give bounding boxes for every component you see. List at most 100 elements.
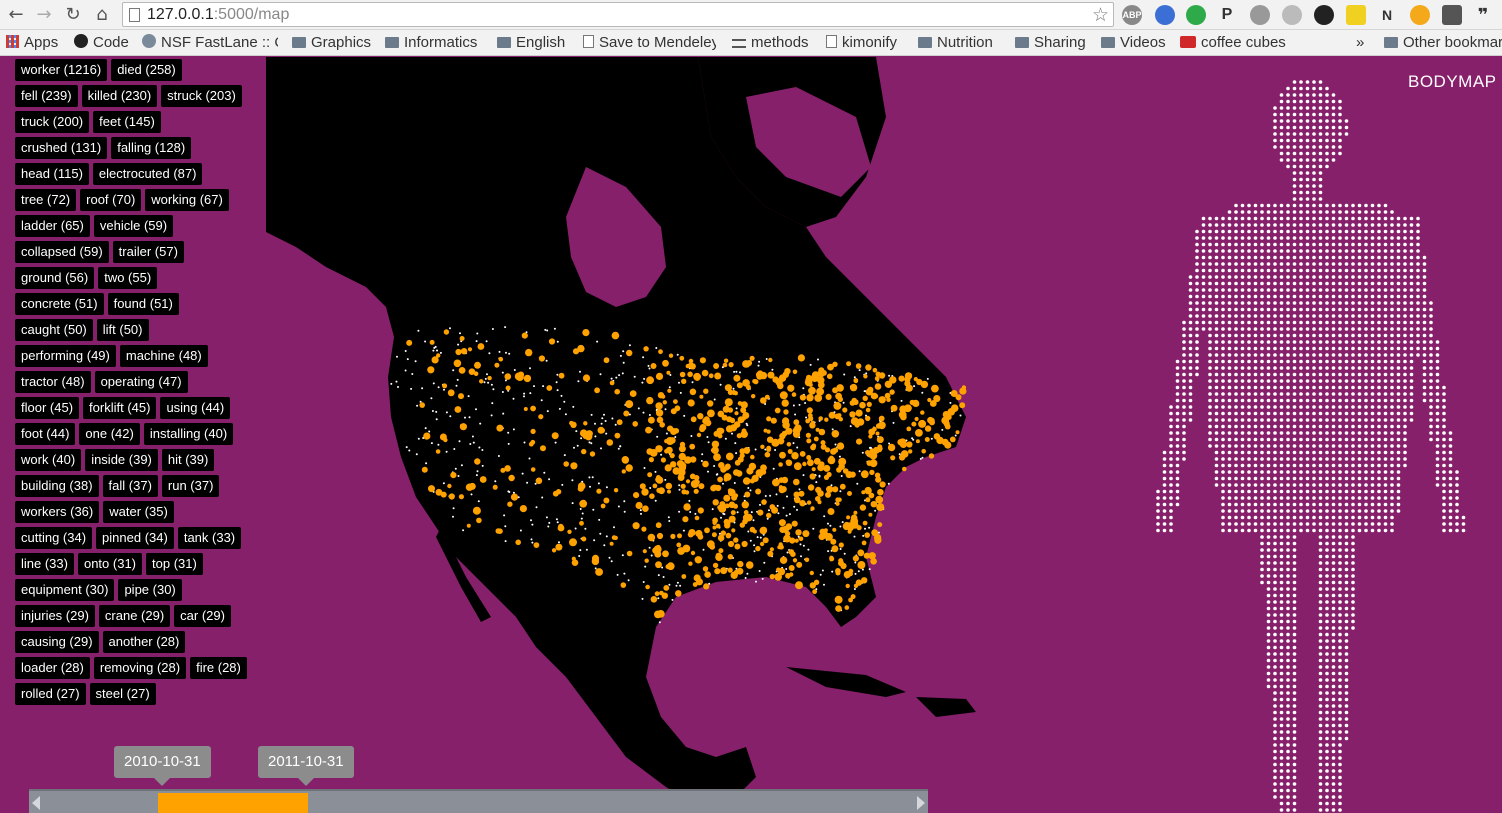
incident-point[interactable] bbox=[757, 509, 764, 516]
body-dot[interactable] bbox=[1344, 314, 1349, 318]
body-dot[interactable] bbox=[1344, 411, 1349, 416]
body-dot[interactable] bbox=[1429, 320, 1433, 325]
body-dot[interactable] bbox=[1318, 470, 1323, 474]
body-dot[interactable] bbox=[1318, 509, 1323, 513]
body-dot[interactable] bbox=[1318, 743, 1323, 747]
body-dot[interactable] bbox=[1208, 431, 1212, 435]
body-dot[interactable] bbox=[1292, 515, 1297, 520]
body-dot[interactable] bbox=[1338, 723, 1342, 728]
incident-point[interactable] bbox=[688, 529, 696, 537]
body-dot[interactable] bbox=[1344, 658, 1349, 663]
body-dot[interactable] bbox=[1305, 437, 1310, 442]
body-dot[interactable] bbox=[1338, 535, 1342, 539]
body-dot[interactable] bbox=[1253, 392, 1258, 396]
body-dot[interactable] bbox=[1325, 366, 1329, 370]
body-dot[interactable] bbox=[1273, 626, 1277, 630]
body-dot[interactable] bbox=[1403, 437, 1407, 442]
body-dot[interactable] bbox=[1299, 320, 1303, 325]
body-dot[interactable] bbox=[1305, 229, 1310, 234]
incident-point[interactable] bbox=[844, 605, 850, 610]
body-dot[interactable] bbox=[1338, 749, 1342, 754]
incident-point[interactable] bbox=[635, 501, 643, 510]
body-dot[interactable] bbox=[1208, 275, 1212, 279]
incident-point[interactable] bbox=[769, 574, 775, 580]
body-dot[interactable] bbox=[1338, 541, 1342, 546]
incident-point[interactable] bbox=[570, 462, 578, 470]
keyword-tag[interactable]: crane (29) bbox=[98, 605, 171, 627]
incident-point[interactable] bbox=[733, 391, 738, 396]
body-dot[interactable] bbox=[1318, 255, 1323, 260]
body-dot[interactable] bbox=[1208, 424, 1212, 429]
incident-point[interactable] bbox=[809, 422, 816, 429]
body-dot[interactable] bbox=[1357, 385, 1362, 390]
body-dot[interactable] bbox=[1325, 411, 1329, 416]
keyword-tag[interactable]: vehicle (59) bbox=[93, 215, 174, 237]
body-dot[interactable] bbox=[1286, 509, 1290, 513]
body-dot[interactable] bbox=[1383, 340, 1388, 344]
body-dot[interactable] bbox=[1312, 132, 1316, 136]
incident-point[interactable] bbox=[802, 461, 807, 467]
incident-point[interactable] bbox=[766, 445, 772, 451]
incident-point[interactable] bbox=[838, 542, 844, 548]
body-dot[interactable] bbox=[1435, 476, 1440, 481]
body-dot[interactable] bbox=[1383, 203, 1388, 208]
body-dot[interactable] bbox=[1344, 645, 1349, 650]
body-dot[interactable] bbox=[1351, 431, 1355, 435]
incident-point[interactable] bbox=[788, 565, 795, 571]
body-dot[interactable] bbox=[1214, 385, 1219, 390]
body-dot[interactable] bbox=[1292, 275, 1297, 279]
body-dot[interactable] bbox=[1279, 359, 1284, 364]
bookmark-methods[interactable]: methods bbox=[732, 33, 809, 53]
body-dot[interactable] bbox=[1279, 795, 1284, 799]
body-dot[interactable] bbox=[1455, 483, 1459, 487]
body-dot[interactable] bbox=[1247, 528, 1251, 533]
incident-point[interactable] bbox=[826, 471, 832, 478]
body-dot[interactable] bbox=[1357, 294, 1362, 299]
body-dot[interactable] bbox=[1455, 470, 1459, 474]
body-dot[interactable] bbox=[1312, 444, 1316, 448]
body-dot[interactable] bbox=[1396, 483, 1401, 487]
body-dot[interactable] bbox=[1396, 489, 1401, 494]
body-dot[interactable] bbox=[1279, 574, 1284, 578]
keyword-tag[interactable]: inside (39) bbox=[85, 449, 158, 471]
incident-point[interactable] bbox=[677, 533, 682, 539]
body-dot[interactable] bbox=[1312, 346, 1316, 351]
body-dot[interactable] bbox=[1338, 548, 1342, 552]
incident-point[interactable] bbox=[702, 460, 709, 468]
body-dot[interactable] bbox=[1292, 554, 1297, 559]
body-dot[interactable] bbox=[1344, 405, 1349, 409]
body-dot[interactable] bbox=[1234, 307, 1238, 312]
incident-point[interactable] bbox=[427, 366, 435, 374]
body-dot[interactable] bbox=[1221, 249, 1225, 253]
keyword-tag[interactable]: ground (56) bbox=[15, 267, 95, 289]
body-dot[interactable] bbox=[1234, 346, 1238, 351]
bookmark-videos[interactable]: Videos bbox=[1101, 33, 1166, 53]
body-dot[interactable] bbox=[1266, 600, 1271, 604]
body-dot[interactable] bbox=[1318, 730, 1323, 734]
body-dot[interactable] bbox=[1292, 580, 1297, 585]
body-dot[interactable] bbox=[1286, 645, 1290, 650]
body-dot[interactable] bbox=[1338, 743, 1342, 747]
incident-point[interactable] bbox=[933, 395, 941, 403]
body-dot[interactable] bbox=[1325, 574, 1329, 578]
body-dot[interactable] bbox=[1279, 762, 1284, 767]
body-dot[interactable] bbox=[1279, 392, 1284, 396]
incident-point[interactable] bbox=[725, 452, 734, 461]
body-dot[interactable] bbox=[1195, 346, 1199, 351]
body-dot[interactable] bbox=[1318, 587, 1323, 591]
body-dot[interactable] bbox=[1188, 333, 1193, 338]
body-dot[interactable] bbox=[1195, 301, 1199, 305]
body-dot[interactable] bbox=[1286, 392, 1290, 396]
body-dot[interactable] bbox=[1221, 405, 1225, 409]
body-dot[interactable] bbox=[1273, 372, 1277, 377]
body-dot[interactable] bbox=[1273, 782, 1277, 786]
body-dot[interactable] bbox=[1247, 424, 1251, 429]
incident-point[interactable] bbox=[853, 583, 859, 588]
body-dot[interactable] bbox=[1260, 444, 1264, 448]
body-dot[interactable] bbox=[1331, 769, 1336, 773]
body-dot[interactable] bbox=[1305, 340, 1310, 344]
incident-point[interactable] bbox=[762, 537, 769, 544]
body-dot[interactable] bbox=[1396, 385, 1401, 390]
body-dot[interactable] bbox=[1266, 262, 1271, 266]
body-dot[interactable] bbox=[1175, 470, 1180, 474]
